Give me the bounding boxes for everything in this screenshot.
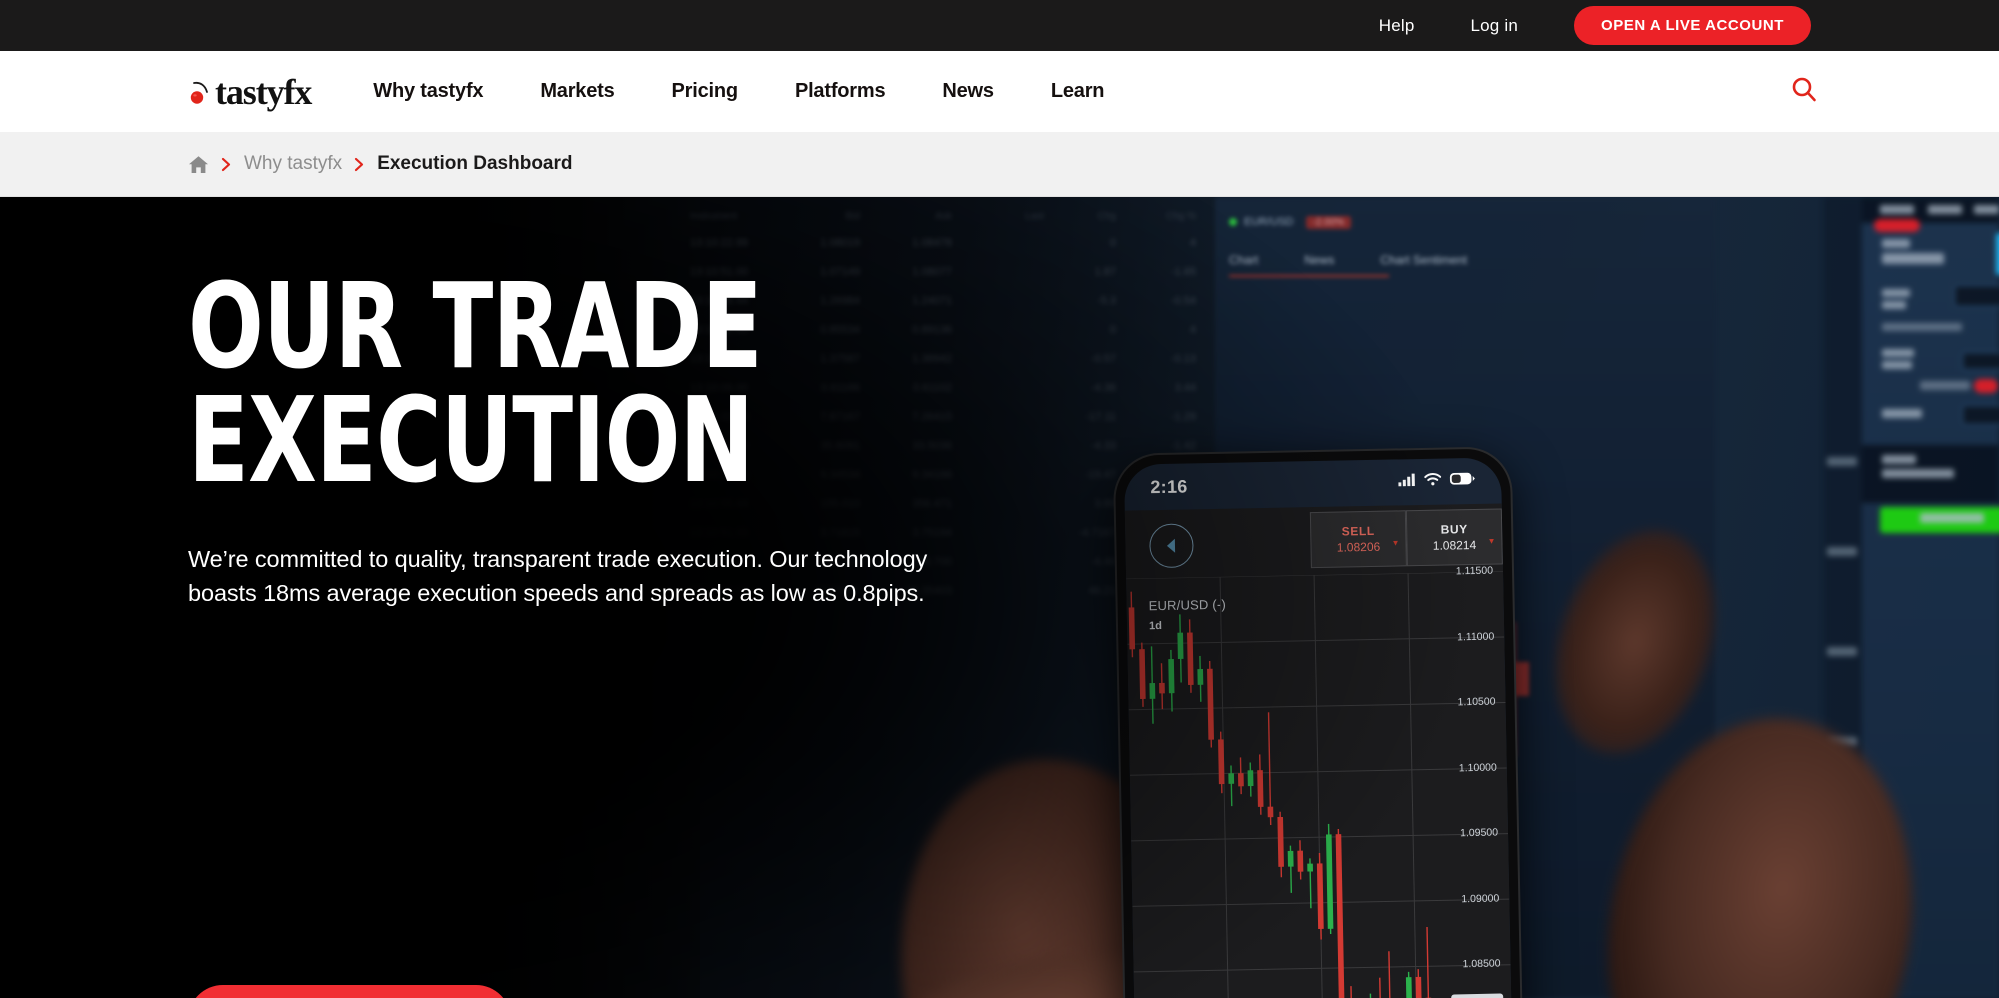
price-tick: 1.08500 bbox=[1462, 957, 1501, 971]
background-watchlist-row: 13:10:22.99 1.08019 1.08478 0 4 bbox=[690, 236, 1196, 249]
breadcrumb-parent[interactable]: Why tastyfx bbox=[244, 153, 342, 175]
hero-section: Instrument Bid Ask Last Chg Chg % 13:10:22.99 1… bbox=[0, 197, 1999, 998]
background-tab-sentiment: Chart Sentiment bbox=[1380, 253, 1468, 267]
help-link[interactable]: Help bbox=[1379, 16, 1415, 36]
breadcrumb: Why tastyfx Execution Dashboard bbox=[188, 153, 573, 175]
login-link[interactable]: Log in bbox=[1471, 16, 1519, 36]
price-tick: 1.10000 bbox=[1458, 761, 1497, 774]
hero-cta-group: CREATE LIVE ACCOUNT Create demo account bbox=[188, 985, 800, 998]
nav-item-pricing[interactable]: Pricing bbox=[672, 80, 739, 103]
price-tick: 1.10500 bbox=[1457, 695, 1496, 709]
nav-item-markets[interactable]: Markets bbox=[540, 80, 614, 103]
hero-copy: Our Trade Execution We’re committed to q… bbox=[188, 257, 1008, 610]
create-live-account-button[interactable]: CREATE LIVE ACCOUNT bbox=[188, 985, 512, 998]
background-panel-instrument: EUR/USD bbox=[1244, 216, 1294, 228]
background-watchlist-header: Instrument Bid Ask Last Chg Chg % bbox=[690, 211, 1196, 222]
phone-trading-app: SELL 1.08206 ▼ BUY 1.08214 ▼ EUR/USD (-)… bbox=[1124, 503, 1516, 998]
price-tick: 1.09000 bbox=[1461, 892, 1500, 906]
price-axis: 1.11500 1.11000 1.10500 1.10000 1.09500 1.090… bbox=[1421, 565, 1510, 998]
utility-bar: Help Log in OPEN A LIVE ACCOUNT bbox=[0, 0, 1999, 51]
page-title: Our Trade Execution bbox=[188, 257, 877, 510]
caret-down-icon-2: ▼ bbox=[1487, 536, 1496, 546]
wifi-icon bbox=[1424, 473, 1442, 491]
back-arrow-icon[interactable] bbox=[1149, 523, 1194, 569]
phone-mockup: 2:16 SELL 1.08206 ▼ BUY 1.08214 ▼ EUR/US… bbox=[1114, 448, 1525, 998]
price-tick: 1.11500 bbox=[1455, 564, 1494, 578]
home-icon[interactable] bbox=[188, 155, 209, 174]
buy-label: BUY bbox=[1440, 522, 1468, 537]
chevron-right-icon-2 bbox=[354, 157, 365, 172]
search-icon[interactable] bbox=[1788, 73, 1820, 110]
status-time: 2:16 bbox=[1150, 475, 1188, 497]
main-navigation: tastyfx Why tastyfx Markets Pricing Plat… bbox=[0, 51, 1999, 132]
chevron-right-icon bbox=[221, 157, 232, 172]
background-tab-news: News bbox=[1304, 253, 1335, 267]
nav-links: Why tastyfx Markets Pricing Platforms Ne… bbox=[373, 80, 1161, 103]
hero-title-line1: Our Trade bbox=[188, 257, 763, 395]
phone-screen: 2:16 SELL 1.08206 ▼ BUY 1.08214 ▼ EUR/US… bbox=[1123, 457, 1516, 998]
battery-icon bbox=[1449, 472, 1475, 490]
status-dot-icon bbox=[1229, 218, 1237, 226]
logo-wordmark: tastyfx bbox=[215, 71, 312, 112]
buy-price: 1.08214 bbox=[1432, 537, 1477, 553]
background-panel-tabs: Chart News Chart Sentiment bbox=[1215, 245, 1715, 275]
hero-title-line2: Execution bbox=[188, 371, 754, 510]
buy-button[interactable]: BUY 1.08214 ▼ bbox=[1405, 508, 1503, 567]
background-panel-change: -2.00% bbox=[1305, 215, 1352, 229]
phone-status-bar: 2:16 bbox=[1124, 457, 1502, 510]
nav-item-news[interactable]: News bbox=[942, 80, 994, 103]
tastyfx-logo[interactable]: tastyfx bbox=[188, 71, 312, 113]
current-price-badge: 1.08210 bbox=[1451, 993, 1504, 998]
background-tab-underline bbox=[1229, 275, 1389, 277]
nav-item-why-tastyfx[interactable]: Why tastyfx bbox=[373, 80, 483, 103]
price-tick: 1.11000 bbox=[1456, 630, 1495, 643]
cherry-icon bbox=[188, 79, 214, 105]
nav-item-platforms[interactable]: Platforms bbox=[795, 80, 886, 103]
open-live-account-button[interactable]: OPEN A LIVE ACCOUNT bbox=[1574, 6, 1811, 45]
sell-button[interactable]: SELL 1.08206 ▼ bbox=[1309, 510, 1407, 569]
signal-bars-icon bbox=[1398, 473, 1416, 491]
sell-label: SELL bbox=[1341, 523, 1375, 539]
deal-ticket-row: SELL 1.08206 ▼ BUY 1.08214 ▼ bbox=[1309, 508, 1503, 569]
sell-price: 1.08206 bbox=[1336, 539, 1381, 555]
caret-down-icon: ▼ bbox=[1391, 538, 1400, 548]
nav-item-learn[interactable]: Learn bbox=[1051, 80, 1105, 103]
price-tick: 1.09500 bbox=[1459, 826, 1499, 840]
background-panel-header: EUR/USD -2.00% bbox=[1215, 205, 1715, 239]
breadcrumb-current: Execution Dashboard bbox=[377, 153, 573, 174]
hero-subtitle: We’re committed to quality, transparent … bbox=[188, 545, 928, 606]
background-tab-chart: Chart bbox=[1229, 253, 1259, 267]
breadcrumb-bar: Why tastyfx Execution Dashboard bbox=[0, 132, 1999, 197]
